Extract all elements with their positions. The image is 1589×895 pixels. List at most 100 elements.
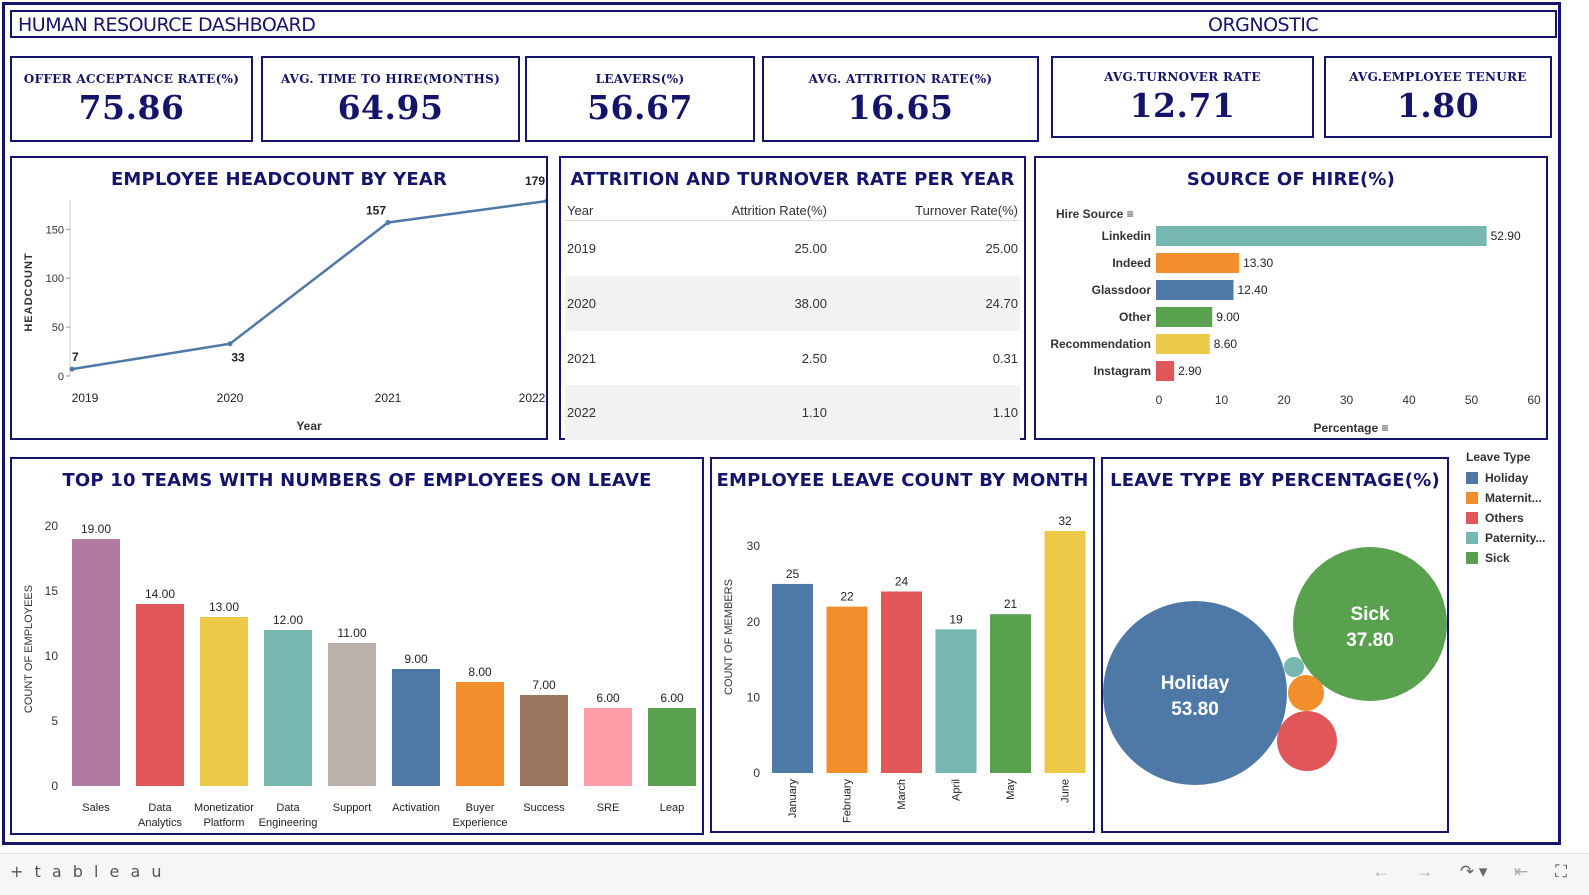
legend-item-holiday[interactable]: Holiday xyxy=(1466,468,1566,488)
title-bar: HUMAN RESOURCE DASHBOARD ORGNOSTIC xyxy=(10,10,1557,38)
kpi-value: 56.67 xyxy=(587,88,693,127)
table-header: Year Attrition Rate(%) Turnover Rate(%) xyxy=(565,200,1020,221)
kpi-value: 75.86 xyxy=(78,88,185,127)
kpi-leavers[interactable]: LEAVERS(%) 56.67 xyxy=(525,56,755,142)
x-axis-title: Year xyxy=(296,419,322,433)
month-category-label: February xyxy=(842,779,854,824)
team-bar xyxy=(328,643,376,786)
month-bar xyxy=(826,606,868,773)
hbar-value-label: 52.90 xyxy=(1491,229,1521,243)
table-row[interactable]: 2022 1.10 1.10 xyxy=(565,385,1020,440)
hbar-bar xyxy=(1156,226,1487,246)
legend-label: Maternit... xyxy=(1485,491,1542,505)
kpi-value: 1.80 xyxy=(1396,86,1480,125)
team-value-label: 13.00 xyxy=(209,600,239,614)
bubble-paternity xyxy=(1284,657,1304,677)
team-category-label: Data xyxy=(276,802,300,814)
team-category-label: Buyer xyxy=(466,802,495,814)
cell-turnover: 1.10 xyxy=(992,405,1018,420)
kpi-label: AVG.TURNOVER RATE xyxy=(1104,70,1261,84)
kpi-label: OFFER ACCEPTANCE RATE(%) xyxy=(23,72,240,86)
y-tick-label: 10 xyxy=(45,649,59,663)
legend-swatch xyxy=(1466,552,1478,564)
cell-year: 2022 xyxy=(567,405,596,420)
y-tick-label: 20 xyxy=(45,519,59,533)
fullscreen-icon[interactable]: ⛶ xyxy=(1555,862,1567,881)
team-value-label: 19.00 xyxy=(81,522,111,536)
hbar-value-label: 2.90 xyxy=(1178,364,1202,378)
share-icon[interactable]: ↷ ▾ xyxy=(1460,862,1488,881)
team-category-label: SRE xyxy=(597,802,620,814)
teams-bar-chart[interactable]: 0 5 10 15 20 COUNT OF EMPLOYEES 19.00 Sales 14.0… xyxy=(12,459,702,833)
dashboard-title: HUMAN RESOURCE DASHBOARD xyxy=(18,14,316,36)
team-category-label: Analytics xyxy=(138,817,183,829)
headcount-point xyxy=(544,198,546,204)
month-category-label: May xyxy=(1005,779,1017,800)
month-bar xyxy=(935,629,977,773)
team-category-label: Sales xyxy=(82,802,110,814)
team-category-label: Platform xyxy=(204,817,245,829)
kpi-time-to-hire[interactable]: AVG. TIME TO HIRE(MONTHS) 64.95 xyxy=(261,56,520,142)
cell-year: 2021 xyxy=(567,351,596,366)
bubble-value-label: 37.80 xyxy=(1346,630,1394,651)
month-category-label: June xyxy=(1060,779,1072,803)
team-value-label: 6.00 xyxy=(596,691,620,705)
legend-item-maternity[interactable]: Maternit... xyxy=(1466,488,1566,508)
legend-item-paternity[interactable]: Paternity... xyxy=(1466,528,1566,548)
hbar-value-label: 12.40 xyxy=(1238,283,1268,297)
x-tick-label: 2022 xyxy=(519,391,546,405)
team-category-label: Data xyxy=(148,802,172,814)
hbar-category-label: Instagram xyxy=(1094,364,1151,378)
cell-turnover: 24.70 xyxy=(985,296,1018,311)
team-category-label: Activation xyxy=(392,802,440,814)
col-year: Year xyxy=(567,203,594,218)
hbar-bar xyxy=(1156,253,1240,273)
legend-swatch xyxy=(1466,472,1478,484)
legend-item-sick[interactable]: Sick xyxy=(1466,548,1566,568)
monthly-bar-chart[interactable]: 0 10 20 30 COUNT OF MEMBERS 25 January 22 Februa… xyxy=(712,459,1093,831)
team-value-label: 7.00 xyxy=(532,678,556,692)
headcount-point xyxy=(69,366,75,372)
kpi-label: AVG. ATTRITION RATE(%) xyxy=(808,72,993,86)
month-bar xyxy=(772,583,813,773)
kpi-value: 16.65 xyxy=(847,88,954,127)
leave-type-bubble-chart[interactable]: Holiday 53.80 Sick 37.80 xyxy=(1103,459,1447,831)
kpi-employee-tenure[interactable]: AVG.EMPLOYEE TENURE 1.80 xyxy=(1324,56,1552,138)
table-row[interactable]: 2019 25.00 25.00 xyxy=(565,221,1020,276)
headcount-data-label: 157 xyxy=(366,203,386,217)
table-row[interactable]: 2020 38.00 24.70 xyxy=(565,276,1020,331)
month-bar xyxy=(1044,531,1086,773)
x-tick-label: 2020 xyxy=(217,391,244,405)
kpi-attrition-rate[interactable]: AVG. ATTRITION RATE(%) 16.65 xyxy=(762,56,1039,142)
y-tick-label: 0 xyxy=(51,779,58,793)
hbar-category-label: Recommendation xyxy=(1050,337,1151,351)
redo-icon[interactable]: → xyxy=(1416,862,1433,881)
tableau-toolbar: + t a b l e a u ← → ↷ ▾ ⇤ ⛶ xyxy=(0,853,1589,895)
legend-label: Holiday xyxy=(1485,471,1529,485)
hbar-bar xyxy=(1156,307,1213,327)
source-bar-chart[interactable]: Hire Source ≡ Linkedin 52.90 Indeed 13.30 Gla… xyxy=(1036,158,1546,438)
undo-icon[interactable]: ← xyxy=(1372,862,1389,881)
month-bar xyxy=(990,614,1031,773)
legend-item-others[interactable]: Others xyxy=(1466,508,1566,528)
table-row[interactable]: 2021 2.50 0.31 xyxy=(565,331,1020,386)
col-attrition: Attrition Rate(%) xyxy=(731,203,827,218)
leave-type-legend: Leave Type Holiday Maternit... Others Pa… xyxy=(1466,450,1566,568)
hbar-bar xyxy=(1156,280,1234,300)
team-category-label: Leap xyxy=(660,802,684,814)
cell-attrition: 1.10 xyxy=(801,405,827,420)
x-tick-label: 30 xyxy=(1340,393,1354,407)
y-axis-title: COUNT OF EMPLOYEES xyxy=(23,585,35,713)
x-tick-label: 40 xyxy=(1402,393,1416,407)
kpi-turnover-rate[interactable]: AVG.TURNOVER RATE 12.71 xyxy=(1051,56,1314,138)
x-tick-label: 2019 xyxy=(72,391,99,405)
revert-icon[interactable]: ⇤ xyxy=(1514,862,1528,881)
kpi-offer-acceptance[interactable]: OFFER ACCEPTANCE RATE(%) 75.86 xyxy=(10,56,253,142)
hbar-category-label: Linkedin xyxy=(1102,229,1151,243)
headcount-point xyxy=(385,219,391,225)
tableau-logo[interactable]: + t a b l e a u xyxy=(10,862,164,881)
hbar-category-label: Glassdoor xyxy=(1092,283,1152,297)
leave-type-panel: LEAVE TYPE BY PERCENTAGE(%) Holiday 53.80… xyxy=(1101,457,1449,833)
x-tick-label: 50 xyxy=(1465,393,1479,407)
headcount-line-chart[interactable]: 0 50 100 150 7 33 157 179 2019 2020 2021 2022 Year HE… xyxy=(12,158,546,438)
